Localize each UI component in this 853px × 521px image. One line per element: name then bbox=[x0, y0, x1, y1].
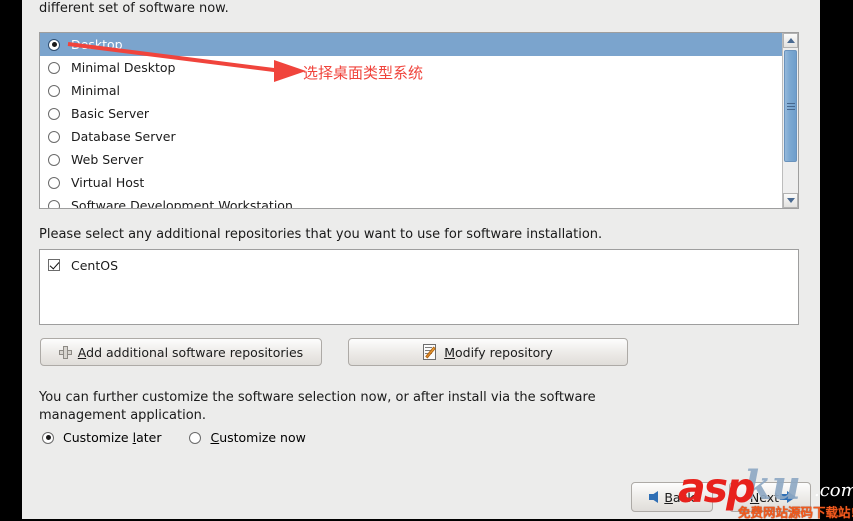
group-item-label: Desktop bbox=[71, 37, 123, 52]
modify-repository-button[interactable]: Modify repository bbox=[348, 338, 628, 366]
group-item-label: Web Server bbox=[71, 152, 144, 167]
add-repo-label: Add additional software repositories bbox=[78, 345, 303, 360]
group-item-database-server[interactable]: Database Server bbox=[40, 125, 782, 148]
group-item-web-server[interactable]: Web Server bbox=[40, 148, 782, 171]
customize-later-rest: ater bbox=[136, 430, 162, 445]
customize-now-rest: ustomize now bbox=[219, 430, 306, 445]
customize-now-accel: C bbox=[210, 430, 220, 445]
back-accel: B bbox=[664, 489, 673, 505]
radio-icon[interactable] bbox=[48, 153, 60, 166]
group-list-scrollbar[interactable] bbox=[782, 33, 798, 208]
intro-text: different set of software now. bbox=[39, 1, 229, 16]
repository-item-label: CentOS bbox=[71, 257, 119, 273]
group-item-label: Software Development Workstation bbox=[71, 198, 293, 208]
group-item-label: Database Server bbox=[71, 129, 176, 144]
next-rest: ext bbox=[759, 489, 780, 505]
radio-icon[interactable] bbox=[48, 61, 60, 74]
radio-icon[interactable] bbox=[189, 431, 202, 444]
repositories-listbox[interactable]: CentOS bbox=[39, 249, 799, 325]
arrow-left-icon bbox=[649, 491, 659, 503]
document-edit-icon bbox=[423, 344, 438, 360]
software-group-list[interactable]: Desktop Minimal Desktop Minimal Basic Se… bbox=[40, 33, 782, 208]
modify-repo-rest: odify repository bbox=[454, 344, 553, 360]
back-rest: ack bbox=[672, 489, 695, 505]
group-item-software-development-workstation[interactable]: Software Development Workstation bbox=[40, 194, 782, 208]
radio-customize-later[interactable]: Customize later bbox=[42, 430, 161, 445]
customize-later-pre: Customize bbox=[63, 430, 133, 445]
group-item-virtual-host[interactable]: Virtual Host bbox=[40, 171, 782, 194]
scrollbar-track[interactable] bbox=[783, 48, 798, 193]
scroll-up-button[interactable] bbox=[783, 33, 798, 48]
software-group-listbox[interactable]: Desktop Minimal Desktop Minimal Basic Se… bbox=[39, 32, 799, 209]
scroll-down-button[interactable] bbox=[783, 193, 798, 208]
radio-icon[interactable] bbox=[48, 107, 60, 120]
plus-icon bbox=[58, 345, 72, 359]
back-label: Back bbox=[664, 490, 694, 505]
radio-icon[interactable] bbox=[48, 176, 60, 189]
next-accel: N bbox=[749, 489, 760, 505]
modify-repo-label: Modify repository bbox=[444, 345, 553, 360]
radio-icon[interactable] bbox=[48, 130, 60, 143]
customize-description: You can further customize the software s… bbox=[39, 390, 596, 423]
modify-repo-accel: M bbox=[444, 344, 455, 360]
radio-icon[interactable] bbox=[48, 199, 60, 208]
chevron-down-icon bbox=[786, 198, 795, 203]
scrollbar-thumb[interactable] bbox=[784, 50, 797, 162]
group-item-label: Virtual Host bbox=[71, 175, 145, 190]
group-item-basic-server[interactable]: Basic Server bbox=[40, 102, 782, 125]
checkbox-icon[interactable] bbox=[48, 259, 60, 271]
next-button[interactable]: Next bbox=[729, 482, 811, 512]
customize-now-label: Customize now bbox=[210, 430, 305, 445]
radio-customize-now[interactable]: Customize now bbox=[189, 430, 306, 445]
arrow-right-icon bbox=[780, 491, 797, 503]
radio-icon[interactable] bbox=[42, 431, 54, 444]
add-repo-rest: dd additional software repositories bbox=[86, 344, 304, 360]
group-item-label: Minimal bbox=[71, 83, 120, 98]
next-label: Next bbox=[750, 490, 779, 505]
repositories-label: Please select any additional repositorie… bbox=[39, 227, 603, 242]
chevron-up-icon bbox=[786, 38, 795, 43]
add-repo-accel: A bbox=[77, 344, 87, 360]
black-margin-left bbox=[0, 0, 22, 519]
group-item-label: Minimal Desktop bbox=[71, 60, 176, 75]
group-item-label: Basic Server bbox=[71, 106, 150, 121]
customize-later-label: Customize later bbox=[63, 430, 161, 445]
grip-icon bbox=[786, 101, 795, 112]
repository-item-centos[interactable]: CentOS bbox=[48, 255, 798, 275]
radio-icon[interactable] bbox=[48, 38, 60, 51]
customize-radio-group[interactable]: Customize later Customize now bbox=[42, 430, 334, 445]
software-selection-dialog: different set of software now. Desktop M… bbox=[22, 0, 820, 519]
back-button[interactable]: Back bbox=[631, 482, 713, 512]
annotation-text: 选择桌面类型系统 bbox=[303, 64, 424, 82]
add-additional-software-repositories-button[interactable]: Add additional software repositories bbox=[40, 338, 322, 366]
group-item-desktop[interactable]: Desktop bbox=[40, 33, 782, 56]
black-margin-right bbox=[820, 0, 853, 519]
radio-icon[interactable] bbox=[48, 84, 60, 97]
